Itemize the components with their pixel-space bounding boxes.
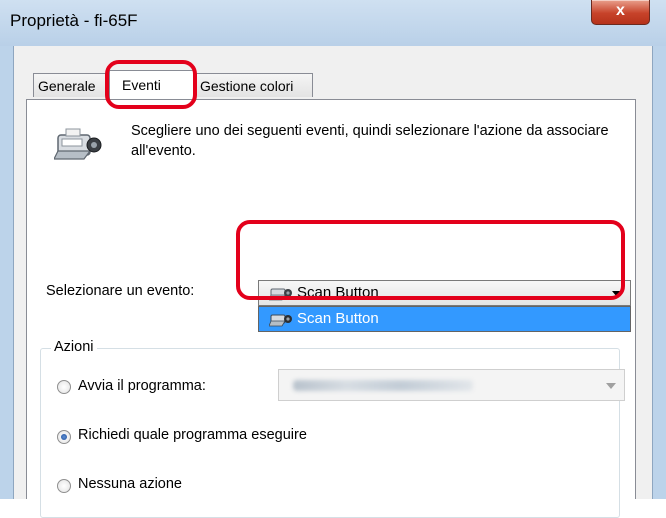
scan-button-icon (269, 288, 292, 301)
chevron-down-icon[interactable] (612, 291, 622, 297)
close-icon: x (616, 2, 625, 19)
event-combobox-value: Scan Button (297, 284, 379, 301)
radio-avvia-programma-label[interactable]: Avvia il programma: (78, 378, 206, 394)
title-bar: Proprietà - fi-65F x (0, 0, 666, 46)
dialog-client-area: Generale Eventi Gestione colori Sceglier… (13, 46, 653, 518)
select-event-label: Selezionare un evento: (46, 283, 195, 299)
window-frame: Proprietà - fi-65F x Generale Eventi Ges… (0, 0, 666, 518)
tab-eventi[interactable]: Eventi (109, 70, 195, 99)
dropdown-option-scan-button[interactable]: Scan Button (297, 310, 379, 327)
events-panel: Scegliere uno dei seguenti eventi, quind… (26, 99, 636, 518)
program-select-disabled (278, 369, 625, 401)
scanner-icon (54, 128, 102, 160)
tab-gestione-colori[interactable]: Gestione colori (195, 73, 313, 97)
tab-generale[interactable]: Generale (33, 73, 109, 97)
radio-avvia-programma[interactable] (57, 380, 71, 394)
event-description: Scegliere uno dei seguenti eventi, quind… (131, 123, 609, 159)
tab-generale-label: Generale (38, 78, 96, 94)
radio-nessuna-azione-label[interactable]: Nessuna azione (78, 476, 182, 492)
scan-button-icon (269, 314, 292, 327)
radio-richiedi-programma[interactable] (57, 430, 71, 444)
tab-gestione-colori-label: Gestione colori (200, 78, 294, 94)
event-dropdown-list[interactable]: Scan Button (258, 306, 631, 332)
close-button[interactable]: x (591, 0, 650, 25)
window-title: Proprietà - fi-65F (10, 11, 138, 30)
tab-eventi-label: Eventi (122, 77, 161, 93)
radio-nessuna-azione[interactable] (57, 479, 71, 493)
actions-group-label: Azioni (51, 339, 97, 355)
event-combobox[interactable]: Scan Button (258, 280, 631, 306)
radio-richiedi-programma-label[interactable]: Richiedi quale programma eseguire (78, 427, 307, 443)
chevron-down-icon (606, 383, 616, 389)
blurred-program-name (293, 380, 473, 391)
